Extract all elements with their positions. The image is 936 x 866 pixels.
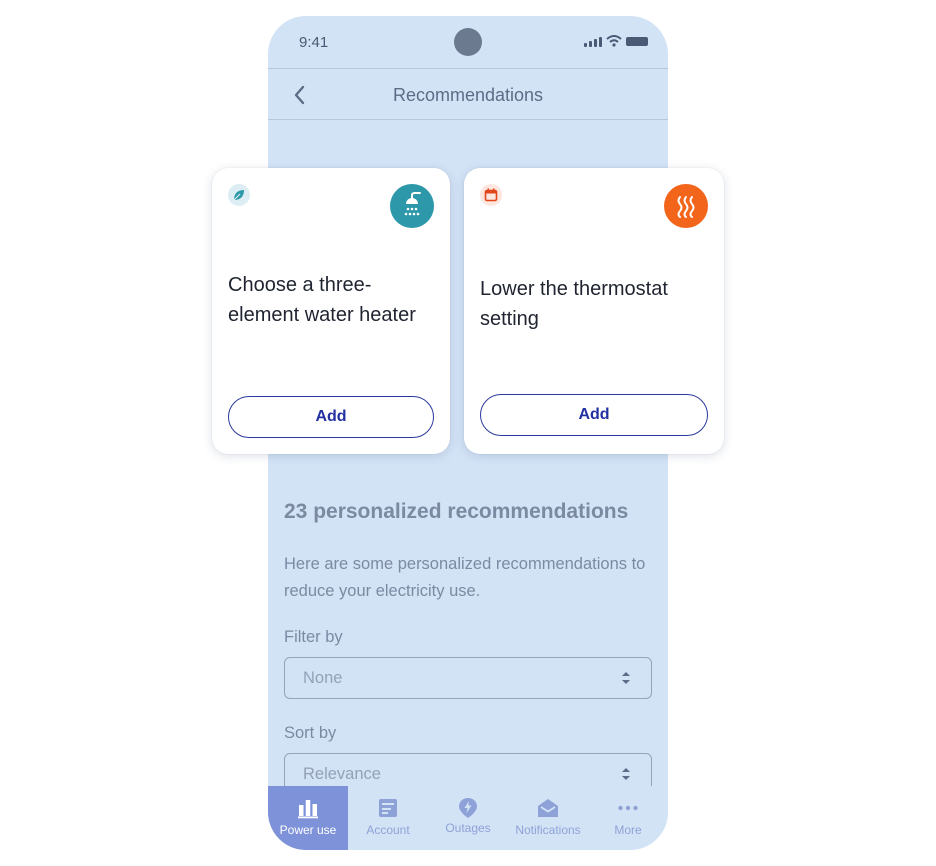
signal-icon bbox=[584, 36, 602, 47]
sort-arrows-icon bbox=[622, 768, 630, 780]
bar-chart-icon bbox=[298, 800, 318, 819]
recommendation-card[interactable]: Choose a three-element water heater Add bbox=[212, 168, 450, 454]
filter-select[interactable]: None bbox=[284, 657, 652, 699]
more-icon bbox=[618, 805, 638, 811]
tab-label: Notifications bbox=[515, 823, 581, 837]
tab-account[interactable]: Account bbox=[348, 786, 428, 850]
lightning-icon bbox=[459, 798, 477, 818]
card-title: Choose a three-element water heater bbox=[228, 274, 416, 326]
tab-label: Account bbox=[366, 823, 410, 837]
wifi-icon bbox=[606, 35, 622, 47]
status-time: 9:41 bbox=[299, 34, 329, 51]
section-description: Here are some personalized recommendatio… bbox=[284, 555, 646, 600]
tab-label: Power use bbox=[279, 823, 337, 837]
battery-icon bbox=[626, 37, 648, 46]
leaf-icon bbox=[228, 184, 250, 206]
account-icon bbox=[379, 799, 397, 817]
add-button[interactable]: Add bbox=[228, 396, 434, 438]
heat-icon bbox=[664, 184, 708, 228]
tab-more[interactable]: More bbox=[588, 786, 668, 850]
filter-value: None bbox=[303, 669, 343, 687]
tab-notifications[interactable]: Notifications bbox=[508, 786, 588, 850]
card-title: Lower the thermostat setting bbox=[480, 278, 668, 330]
sort-arrows-icon bbox=[622, 672, 630, 684]
calendar-icon bbox=[480, 184, 502, 206]
tab-outages[interactable]: Outages bbox=[428, 786, 508, 850]
filter-label: Filter by bbox=[284, 628, 343, 646]
recommendation-card[interactable]: Lower the thermostat setting Add bbox=[464, 168, 724, 454]
tab-power-use[interactable]: Power use bbox=[268, 786, 348, 850]
sort-value: Relevance bbox=[303, 765, 381, 783]
header-bar: Recommendations bbox=[268, 68, 668, 120]
section-title: 23 personalized recommendations bbox=[284, 500, 629, 523]
sort-label: Sort by bbox=[284, 724, 337, 742]
shower-icon bbox=[390, 184, 434, 228]
status-bar: 9:41 bbox=[268, 16, 668, 68]
page-title: Recommendations bbox=[392, 85, 544, 105]
camera-notch bbox=[454, 28, 482, 56]
envelope-icon bbox=[538, 799, 558, 817]
add-button[interactable]: Add bbox=[480, 394, 708, 436]
status-icons bbox=[584, 35, 648, 47]
bottom-tab-bar: Power use Account Outages Notifications … bbox=[268, 786, 668, 850]
tab-label: Outages bbox=[445, 821, 491, 835]
tab-label: More bbox=[614, 823, 642, 837]
